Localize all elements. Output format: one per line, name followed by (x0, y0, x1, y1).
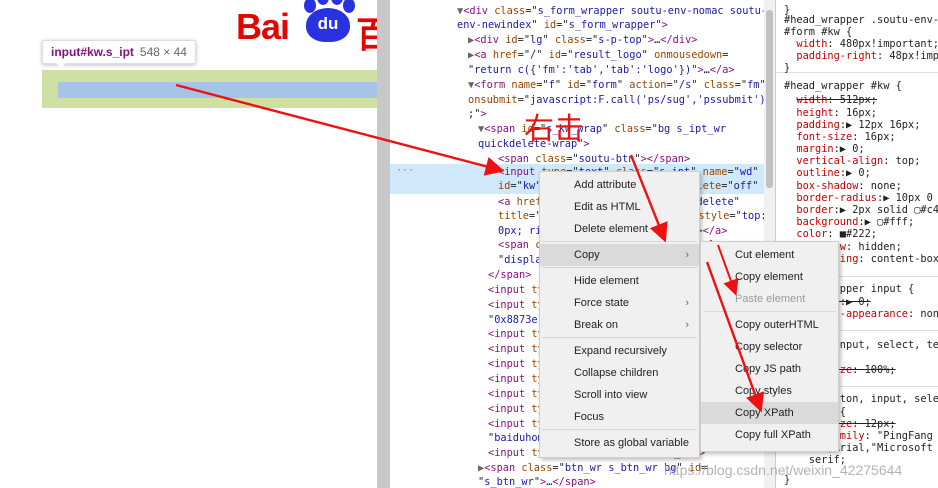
arrow-to-copy (629, 154, 668, 243)
arrow-to-paste-element (717, 244, 739, 296)
watermark: https://blog.csdn.net/weixin_42275644 (664, 462, 903, 478)
annotation-arrows (175, 83, 765, 413)
arrow-to-copy-xpath (705, 261, 765, 413)
arrow-to-dom-node (175, 83, 505, 176)
